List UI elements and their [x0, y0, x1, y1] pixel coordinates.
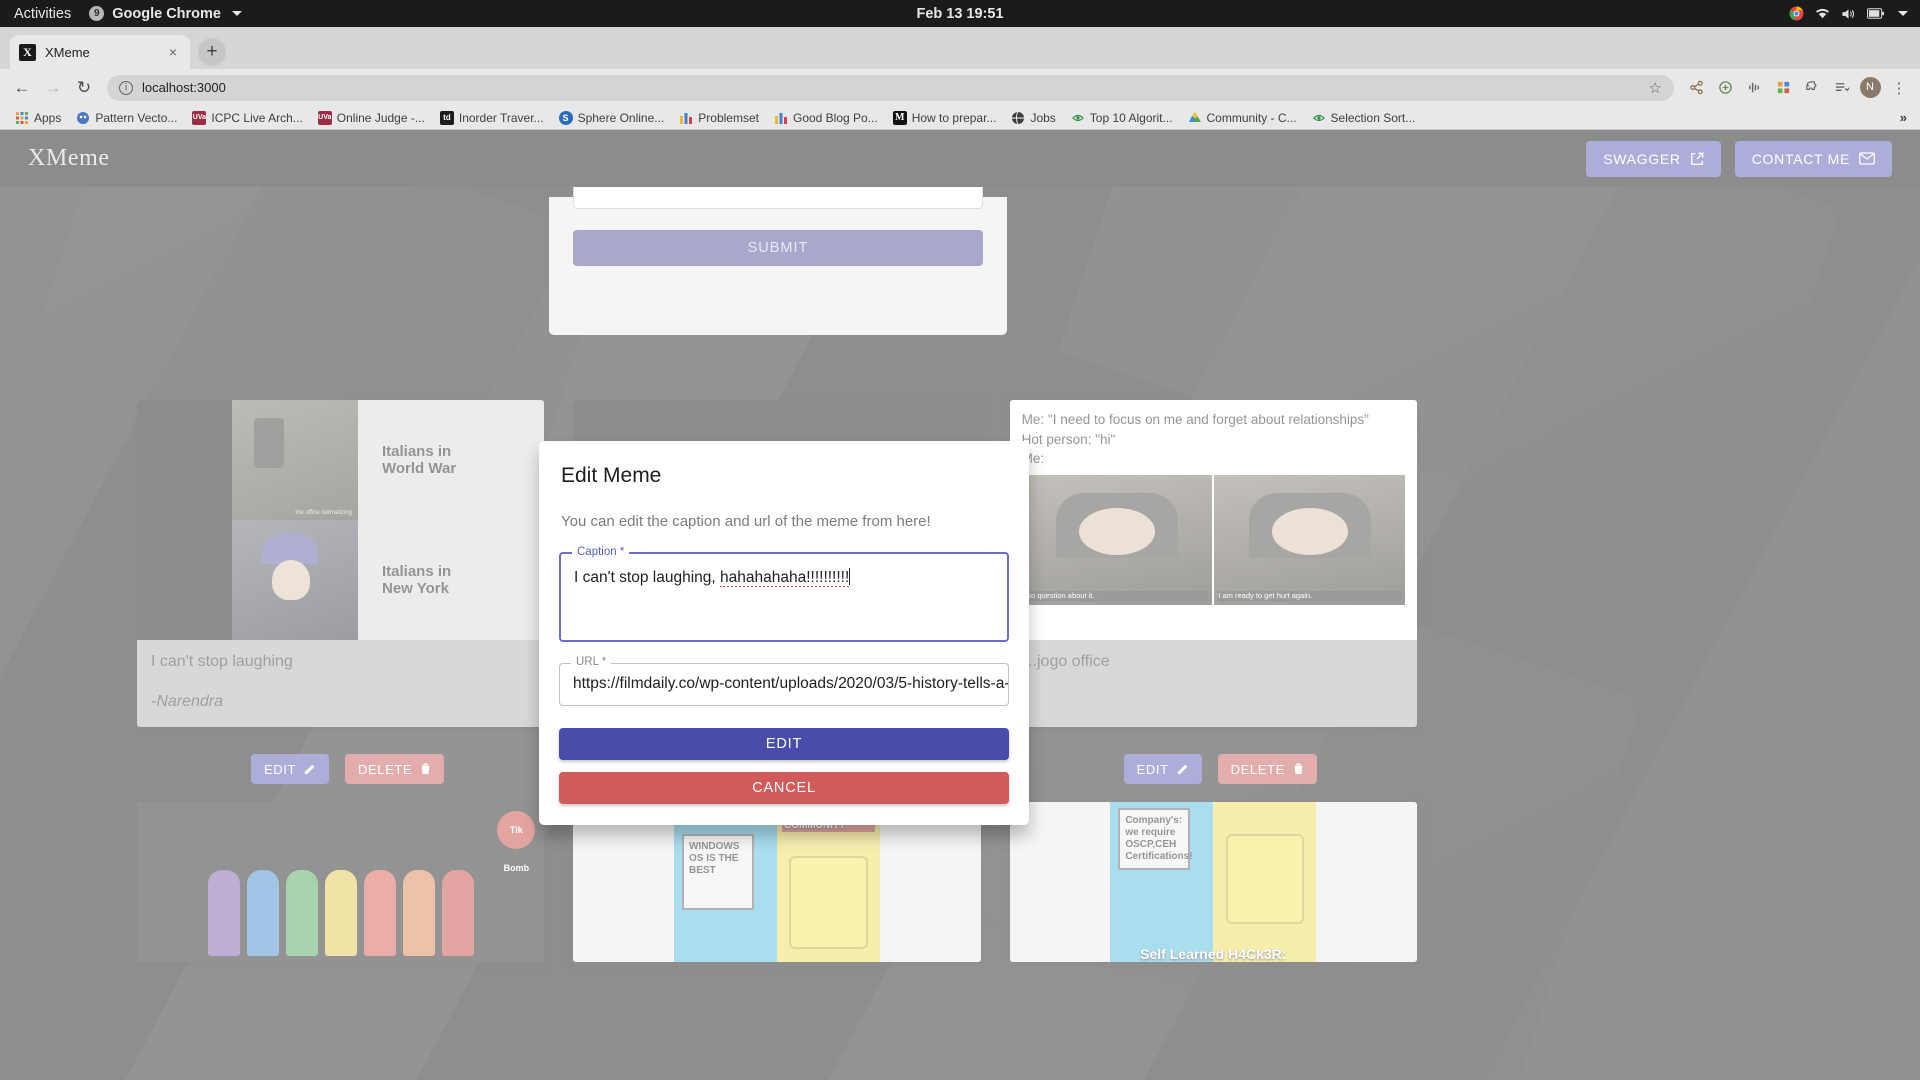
close-icon[interactable]: ×	[165, 44, 181, 60]
bookmark-item[interactable]: M How to prepar...	[887, 109, 1003, 127]
bookmark-label: ICPC Live Arch...	[211, 110, 303, 125]
bookmark-item[interactable]: Top 10 Algorit...	[1065, 109, 1179, 127]
avatar: N	[1859, 77, 1881, 98]
bookmark-label: Selection Sort...	[1330, 110, 1416, 125]
bookmark-item[interactable]: Selection Sort...	[1306, 109, 1422, 127]
reading-list-icon[interactable]	[1828, 75, 1854, 101]
bookmark-item[interactable]: Pattern Vecto...	[70, 109, 183, 127]
geeks-icon	[1071, 111, 1085, 125]
forward-button[interactable]: →	[39, 74, 67, 102]
bookmark-label: Problemset	[698, 110, 759, 125]
url-text: localhost:3000	[142, 80, 226, 95]
spoj-icon: S	[558, 110, 573, 125]
geeks-icon	[1312, 111, 1326, 125]
codeforces-icon	[774, 111, 788, 125]
bookmark-label: Good Blog Po...	[792, 110, 878, 125]
active-app-menu[interactable]: 9 Google Chrome	[89, 6, 242, 22]
caption-field[interactable]: Caption * I can't stop laughing, hahahah…	[559, 546, 1009, 642]
bookmark-label: Online Judge -...	[336, 110, 425, 125]
caption-text-misspelled: hahahahaha!!!!!!!!!!	[720, 569, 850, 587]
share-icon[interactable]	[1683, 75, 1709, 101]
clock[interactable]: Feb 13 19:51	[916, 6, 1003, 22]
page-content: XMeme SWAGGER CONTACT ME SUBMIT	[0, 130, 1920, 1080]
bookmark-label: Pattern Vecto...	[95, 110, 178, 125]
bookmark-label: Inorder Traver...	[458, 110, 544, 125]
system-tray[interactable]	[1789, 6, 1920, 21]
browser-toolbar: ← → ↻ i localhost:3000 ☆ N ⋮	[0, 69, 1920, 106]
cast-icon[interactable]	[1712, 75, 1738, 101]
medium-icon: M	[892, 110, 907, 125]
bookmark-item[interactable]: Good Blog Po...	[768, 109, 884, 127]
chrome-icon: 9	[89, 6, 105, 21]
chevron-down-icon	[231, 11, 242, 16]
bookmark-item[interactable]: UVa ICPC Live Arch...	[186, 109, 308, 127]
address-bar[interactable]: i localhost:3000 ☆	[107, 74, 1674, 101]
os-top-bar: Activities 9 Google Chrome Feb 13 19:51	[0, 0, 1920, 27]
chrome-menu-icon[interactable]: ⋮	[1886, 75, 1912, 101]
new-tab-button[interactable]: +	[198, 38, 226, 66]
bookmarks-manager-icon[interactable]	[1770, 75, 1796, 101]
confirm-edit-button[interactable]: EDIT	[559, 728, 1009, 760]
media-icon[interactable]	[1741, 75, 1767, 101]
url-field[interactable]: URL * https://filmdaily.co/wp-content/up…	[559, 656, 1009, 706]
bookmark-star-icon[interactable]: ☆	[1649, 79, 1662, 97]
bookmark-label: Apps	[34, 110, 62, 125]
site-info-icon[interactable]: i	[119, 80, 133, 95]
apps-grid-icon	[15, 111, 29, 125]
bookmark-label: Community - C...	[1206, 110, 1297, 125]
caption-input[interactable]: I can't stop laughing, hahahahaha!!!!!!!…	[561, 554, 1007, 587]
caption-label: Caption *	[572, 546, 630, 558]
profile-avatar[interactable]: N	[1857, 75, 1883, 101]
uva-icon: UVa	[317, 110, 332, 125]
bookmark-item[interactable]: UVa Online Judge -...	[312, 109, 431, 127]
cancel-button[interactable]: CANCEL	[559, 772, 1009, 804]
url-input[interactable]: https://filmdaily.co/wp-content/uploads/…	[560, 664, 1008, 693]
dialog-title: Edit Meme	[561, 464, 662, 487]
back-button[interactable]: ←	[8, 74, 36, 102]
extensions-puzzle-icon[interactable]	[1799, 75, 1825, 101]
dialog-description: You can edit the caption and url of the …	[561, 513, 931, 530]
bookmark-item[interactable]: Problemset	[673, 109, 765, 127]
active-app-name: Google Chrome	[112, 5, 221, 22]
caption-text-prefix: I can't stop laughing,	[574, 569, 721, 586]
volume-icon	[1842, 8, 1855, 19]
tab-strip: X XMeme × +	[0, 27, 1920, 69]
battery-icon	[1867, 8, 1884, 19]
chrome-tray-icon	[1789, 6, 1804, 21]
tab-title: XMeme	[45, 44, 90, 60]
bookmarks-overflow-button[interactable]: »	[1900, 110, 1911, 125]
reload-button[interactable]: ↻	[70, 74, 98, 102]
bookmark-item[interactable]: S Sphere Online...	[553, 109, 671, 127]
bookmark-label: How to prepar...	[911, 110, 997, 125]
edit-meme-dialog: Edit Meme You can edit the caption and u…	[539, 441, 1029, 825]
globe-icon	[1011, 111, 1025, 125]
codeforces-icon	[679, 111, 693, 125]
system-menu-chevron-icon[interactable]	[1898, 11, 1908, 16]
browser-tab-xmeme[interactable]: X XMeme ×	[10, 35, 190, 69]
text-cursor	[849, 568, 851, 585]
bookmark-item[interactable]: Community - C...	[1182, 109, 1303, 127]
pattern-icon	[76, 111, 90, 125]
bookmark-label: Sphere Online...	[577, 110, 665, 125]
bookmarks-bar: Apps Pattern Vecto... UVa ICPC Live Arch…	[0, 106, 1920, 130]
url-label: URL *	[571, 656, 612, 668]
td-icon: td	[439, 110, 454, 125]
network-icon	[1815, 8, 1830, 18]
bookmark-label: Top 10 Algorit...	[1089, 110, 1173, 125]
bookmark-item[interactable]: td Inorder Traver...	[434, 109, 550, 127]
tab-favicon-icon: X	[19, 43, 36, 61]
bookmark-label: Jobs	[1030, 110, 1056, 125]
bookmark-item[interactable]: Apps	[9, 109, 67, 127]
uva-icon: UVa	[192, 110, 207, 125]
bookmark-item[interactable]: Jobs	[1005, 109, 1061, 127]
activities-button[interactable]: Activities	[0, 6, 89, 22]
drive-icon	[1188, 111, 1202, 125]
